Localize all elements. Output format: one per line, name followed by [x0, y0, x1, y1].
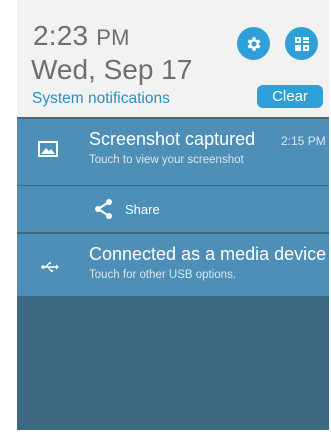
share-label: Share: [125, 201, 160, 217]
notification-shade: 2:23 PM Wed, Sep 17 System notifications: [17, 0, 329, 434]
shade-bottom-edge: [17, 430, 329, 434]
notification-screenshot[interactable]: Screenshot captured Touch to view your s…: [17, 119, 329, 185]
settings-button[interactable]: [237, 27, 270, 60]
notification-title: Connected as a media device: [89, 244, 327, 264]
clock-ampm: PM: [96, 25, 130, 50]
notification-title: Screenshot captured: [89, 129, 256, 149]
share-button[interactable]: Share: [93, 198, 160, 220]
shade-header: 2:23 PM Wed, Sep 17 System notifications: [17, 0, 329, 117]
clock-time: 2:23 PM: [33, 20, 130, 52]
share-icon: [95, 199, 112, 219]
notification-subtitle: Touch to view your screenshot: [89, 154, 244, 166]
phone-screen: 2:23 PM Wed, Sep 17 System notifications: [0, 0, 331, 434]
clock-date: Wed, Sep 17: [31, 54, 193, 85]
usb-icon: [41, 260, 59, 278]
clear-button[interactable]: Clear: [257, 85, 323, 108]
system-notifications-link[interactable]: System notifications: [32, 90, 170, 108]
image-icon: [38, 141, 58, 162]
notification-usb[interactable]: Connected as a media device Touch for ot…: [17, 234, 329, 296]
notification-time: 2:15 PM: [281, 134, 326, 148]
screen-edge-left: [0, 0, 17, 434]
quick-settings-icon: [294, 36, 309, 51]
notification-subtitle: Touch for other USB options.: [89, 269, 237, 281]
gear-icon: [247, 36, 260, 51]
clock-time-value: 2:23: [33, 20, 89, 51]
notification-action-row: Share: [17, 186, 329, 232]
quick-settings-button[interactable]: [285, 27, 318, 60]
